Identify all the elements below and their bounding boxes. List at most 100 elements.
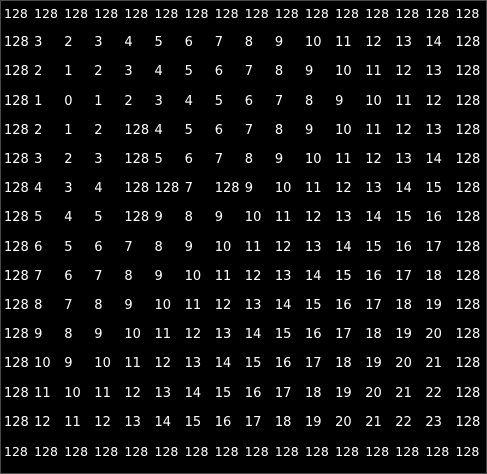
grid-cell: 128	[4, 327, 29, 343]
grid-cell: 128	[274, 444, 299, 459]
grid-cell: 13	[124, 414, 141, 430]
grid-cell: 15	[184, 414, 202, 430]
grid-cell: 20	[335, 414, 352, 430]
grid-cell: 128	[425, 444, 450, 459]
grid-cell: 14	[425, 35, 442, 51]
grid-cell: 12	[395, 122, 412, 138]
grid-cell: 9	[154, 268, 163, 284]
grid-cell: 21	[365, 414, 382, 430]
grid-cell: 7	[64, 298, 73, 313]
grid-cell: 9	[335, 93, 344, 109]
grid-cell: 12	[395, 64, 412, 80]
grid-cell: 1	[64, 64, 73, 80]
grid-cell: 11	[365, 64, 382, 80]
grid-cell: 21	[425, 356, 442, 372]
grid-cell: 9	[184, 239, 193, 255]
grid-cell: 7	[124, 239, 133, 255]
grid-cell: 128	[455, 268, 481, 284]
grid-cell: 8	[244, 35, 254, 51]
grid-cell: 13	[365, 181, 382, 197]
grid-cell: 10	[335, 122, 352, 138]
grid-cell: 7	[214, 35, 223, 51]
grid-cell: 8	[124, 268, 133, 284]
grid-cell: 10	[305, 35, 322, 51]
grid-cell: 9	[154, 210, 163, 226]
grid-cell: 17	[335, 327, 352, 343]
grid-cell: 20	[365, 385, 382, 401]
grid-cell: 11	[274, 210, 292, 226]
grid-cell: 128	[124, 152, 150, 167]
grid-cell: 10	[214, 239, 232, 255]
grid-cell: 21	[395, 385, 412, 401]
grid-cell: 128	[244, 444, 269, 459]
grid-cell: 11	[214, 268, 232, 284]
grid-cell: 13	[214, 327, 232, 343]
grid-cell: 8	[184, 210, 193, 226]
grid-cell: 14	[274, 298, 292, 313]
grid-cell: 128	[4, 385, 29, 401]
grid-cell: 14	[154, 414, 172, 430]
grid-cell: 128	[4, 356, 29, 372]
grid-cell: 17	[425, 239, 442, 255]
grid-cell: 128	[154, 181, 180, 197]
grid-cell: 8	[64, 327, 73, 343]
grid-cell: 13	[154, 385, 172, 401]
grid-cell: 5	[154, 152, 163, 167]
grid-cell: 16	[335, 298, 352, 313]
grid-cell: 9	[214, 210, 223, 226]
grid-cell: 9	[274, 152, 284, 167]
grid-cell: 128	[455, 6, 480, 21]
grid-cell: 15	[305, 298, 322, 313]
grid-cell: 4	[154, 122, 163, 138]
grid-cell: 7	[34, 268, 43, 284]
grid-cell: 18	[395, 298, 412, 313]
grid-cell: 4	[34, 181, 43, 197]
grid-cell: 128	[455, 35, 481, 51]
grid-cell: 11	[64, 414, 81, 430]
grid-cell: 12	[305, 210, 322, 226]
grid-cell: 9	[244, 181, 254, 197]
grid-row: 128 2 1 2 3 4 5 6 7 8 9 10 11 12 13 128	[0, 64, 487, 79]
grid-cell: 4	[64, 210, 73, 226]
grid-cell: 13	[244, 298, 262, 313]
grid-row: 128 12 11 12 13 14 15 16 17 18 19 20 21 22 23 128	[0, 415, 487, 430]
grid-row: 128 8 7 8 9 10 11 12 13 14 15 16 17 18 19 128	[0, 298, 487, 313]
grid-cell: 11	[34, 385, 51, 401]
grid-row: 128 9 8 9 10 11 12 13 14 15 16 17 18 19 20 128	[0, 327, 487, 342]
grid-cell: 9	[124, 298, 133, 313]
grid-cell: 13	[305, 239, 322, 255]
grid-cell: 11	[305, 181, 322, 197]
grid-cell: 17	[395, 268, 412, 284]
grid-row: 128 5 4 5 128 9 8 9 10 11 12 13 14 15 16 128	[0, 210, 487, 225]
grid-cell: 11	[335, 35, 352, 51]
grid-cell: 12	[365, 35, 382, 51]
grid-row: 128 2 1 2 128 4 5 6 7 8 9 10 11 12 13 128	[0, 123, 487, 138]
grid-cell: 128	[124, 6, 149, 21]
grid-cell: 128	[184, 444, 209, 459]
grid-cell: 128	[94, 444, 119, 459]
grid-cell: 128	[154, 6, 179, 21]
grid-cell: 11	[335, 152, 352, 167]
grid-cell: 2	[124, 93, 133, 109]
grid-cell: 128	[214, 181, 240, 197]
grid-cell: 5	[214, 93, 223, 109]
grid-cell: 17	[305, 356, 322, 372]
grid-cell: 128	[395, 444, 420, 459]
grid-cell: 128	[34, 6, 58, 21]
grid-cell: 6	[64, 268, 73, 284]
grid-cell: 6	[184, 35, 193, 51]
grid-cell: 13	[335, 210, 352, 226]
grid-cell: 1	[64, 122, 73, 138]
grid-cell: 2	[64, 152, 73, 167]
grid-cell: 128	[124, 444, 149, 459]
grid-cell: 9	[64, 356, 73, 372]
grid-cell: 10	[305, 152, 322, 167]
grid-cell: 17	[244, 414, 262, 430]
grid-cell: 17	[274, 385, 292, 401]
grid-cell: 10	[335, 64, 352, 80]
grid-cell: 14	[214, 356, 232, 372]
grid-cell: 4	[154, 64, 163, 80]
grid-cell: 128	[455, 93, 481, 109]
grid-cell: 128	[274, 6, 299, 21]
grid-cell: 16	[244, 385, 262, 401]
